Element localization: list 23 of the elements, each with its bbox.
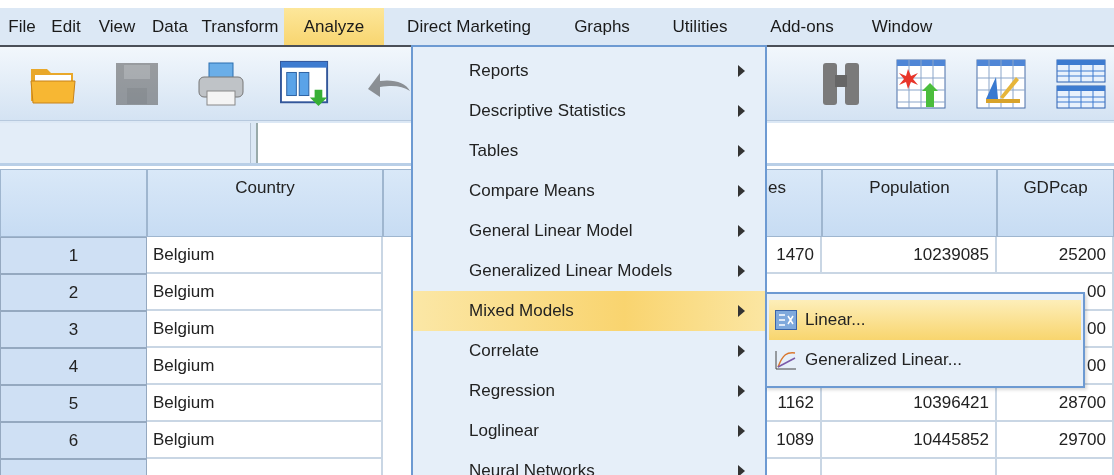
menu-item-label: Descriptive Statistics — [469, 101, 626, 121]
menu-item-label: Generalized Linear... — [805, 350, 962, 370]
table-cell: 10445852 — [822, 422, 997, 459]
menu-item-label: Generalized Linear Models — [469, 261, 673, 281]
menu-item-label: Compare Means — [469, 181, 595, 201]
table-cell: Belgium — [147, 237, 383, 274]
table-cell: Belgium — [147, 422, 383, 459]
menu-item-label: Regression — [469, 381, 555, 401]
menu-item-label: Tables — [469, 141, 519, 161]
menu-item-label: Correlate — [469, 341, 539, 361]
menu-item-label: Linear... — [805, 310, 866, 330]
table-cell: 10239085 — [822, 237, 997, 274]
table-cell: Belgium — [147, 348, 383, 385]
table-cell: 28700 — [997, 385, 1114, 422]
menu-item-label: Mixed Models — [469, 301, 574, 321]
table-cell: Belgium — [147, 385, 383, 422]
table-cell: Belgium — [147, 311, 383, 348]
menu-item-label: General Linear Model — [469, 221, 633, 241]
menu-item-label: Reports — [469, 61, 529, 81]
table-cell: Belgium — [147, 274, 383, 311]
menu-item-label: Loglinear — [469, 421, 539, 441]
table-cell: 29700 — [997, 422, 1114, 459]
table-cell: 25200 — [997, 237, 1114, 274]
